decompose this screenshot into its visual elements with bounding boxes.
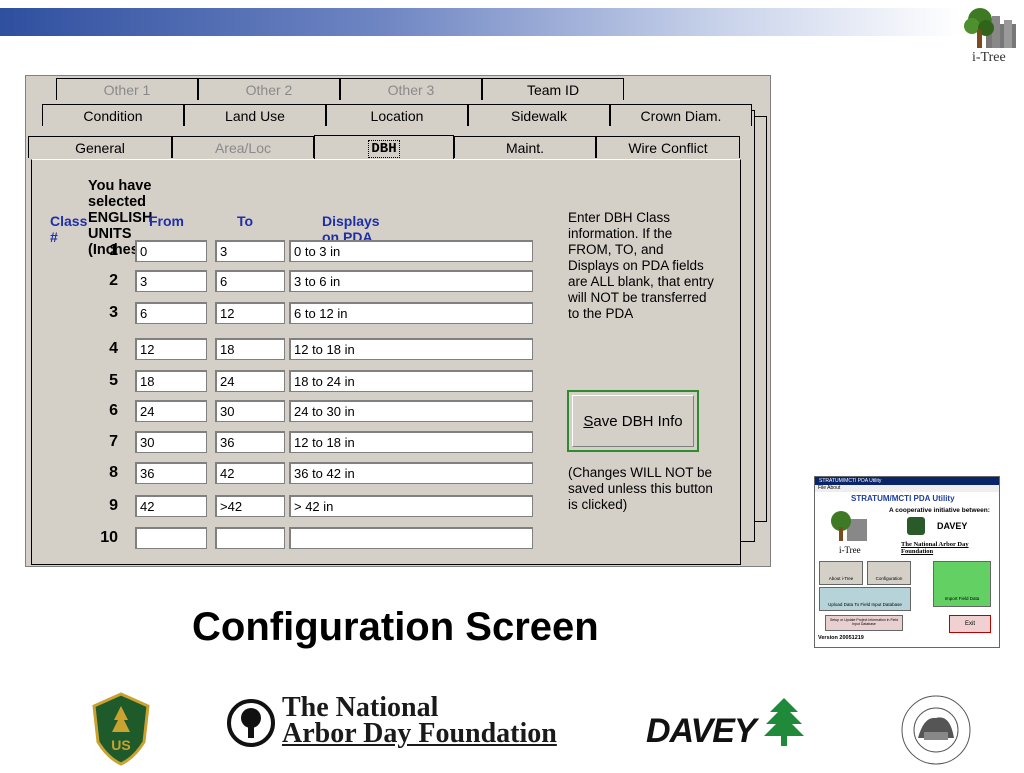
adf-wordmark: The National Arbor Day Foundation <box>282 694 557 749</box>
row-class-number: 2 <box>109 272 118 289</box>
tab-land-use[interactable]: Land Use <box>184 104 326 126</box>
tree-icon <box>964 8 1016 48</box>
to-input[interactable]: 3 <box>215 240 285 262</box>
from-input[interactable]: 18 <box>135 370 207 392</box>
header-from: From <box>149 213 184 229</box>
display-input[interactable]: 12 to 18 in <box>289 338 533 360</box>
to-input[interactable]: >42 <box>215 495 285 517</box>
tab-team-id[interactable]: Team ID <box>482 78 624 100</box>
thumb-menu: File About <box>815 485 999 492</box>
from-input[interactable]: 6 <box>135 302 207 324</box>
header-class: Class # <box>50 213 88 245</box>
from-input[interactable]: 0 <box>135 240 207 262</box>
row-class-number: 10 <box>100 529 118 546</box>
thumb-davey: DAVEY <box>937 521 968 531</box>
thumb-coop: A cooperative initiative between: <box>889 507 990 514</box>
tab-condition[interactable]: Condition <box>42 104 184 126</box>
tab-crown-diam[interactable]: Crown Diam. <box>610 104 752 126</box>
header-to: To <box>237 213 254 229</box>
row-class-number: 4 <box>109 340 118 357</box>
tab-maint[interactable]: Maint. <box>454 136 596 158</box>
help-text: Enter DBH Class information. If the FROM… <box>568 210 714 321</box>
row-class-number: 9 <box>109 497 118 514</box>
sma-logo <box>894 692 978 773</box>
to-input[interactable]: 18 <box>215 338 285 360</box>
display-input[interactable]: > 42 in <box>289 495 533 517</box>
thumb-import-button[interactable]: Import Field Data <box>933 561 991 607</box>
davey-tree-logo <box>760 696 808 753</box>
thumb-exit-button[interactable]: Exit <box>949 615 991 633</box>
tab-stack-edge <box>740 110 755 542</box>
to-input[interactable]: 6 <box>215 270 285 292</box>
save-dbh-button[interactable]: Save DBH Info <box>567 390 699 452</box>
usfs-shield-icon: US <box>92 692 150 766</box>
row-class-number: 6 <box>109 402 118 419</box>
from-input[interactable]: 30 <box>135 431 207 453</box>
from-input[interactable]: 24 <box>135 400 207 422</box>
from-input[interactable]: 3 <box>135 270 207 292</box>
save-label: ave DBH Info <box>593 412 683 430</box>
to-input[interactable]: 30 <box>215 400 285 422</box>
display-input[interactable]: 12 to 18 in <box>289 431 533 453</box>
to-input[interactable]: 36 <box>215 431 285 453</box>
itree-logo: i-Tree <box>958 4 1018 70</box>
thumb-itree: i-Tree <box>839 545 861 555</box>
to-input[interactable]: 42 <box>215 462 285 484</box>
itree-label: i-Tree <box>972 50 1006 65</box>
to-input[interactable]: 24 <box>215 370 285 392</box>
row-class-number: 1 <box>109 242 118 259</box>
row-class-number: 3 <box>109 304 118 321</box>
row-class-number: 8 <box>109 464 118 481</box>
tab-other-3[interactable]: Other 3 <box>340 78 482 100</box>
save-mnemonic: S <box>583 412 594 430</box>
row-class-number: 7 <box>109 433 118 450</box>
from-input[interactable]: 36 <box>135 462 207 484</box>
from-input[interactable]: 42 <box>135 495 207 517</box>
adf-tree-circle-icon <box>227 699 275 747</box>
thumb-usfs-icon <box>907 517 925 535</box>
row-class-number: 5 <box>109 372 118 389</box>
save-note: (Changes WILL NOT be saved unless this b… <box>568 465 713 512</box>
display-input[interactable]: 36 to 42 in <box>289 462 533 484</box>
slide-caption: Configuration Screen <box>192 605 599 649</box>
thumb-title: STRATUM/MCTI PDA Utility <box>851 494 955 503</box>
usfs-logo: US <box>84 692 158 771</box>
display-input[interactable]: 3 to 6 in <box>289 270 533 292</box>
thumb-upload-button[interactable]: Upload Data To Field Input Database <box>819 587 911 611</box>
tab-other-2[interactable]: Other 2 <box>198 78 340 100</box>
thumb-titlebar: STRATUM/MCTI PDA Utility <box>815 477 999 485</box>
to-input[interactable] <box>215 527 285 549</box>
tab-dbh[interactable]: DBH <box>314 135 454 159</box>
display-input[interactable]: 6 to 12 in <box>289 302 533 324</box>
tab-wire-conflict[interactable]: Wire Conflict <box>596 136 740 158</box>
thumb-setup-button[interactable]: Setup or Update Project Information in F… <box>825 615 903 631</box>
display-input[interactable]: 18 to 24 in <box>289 370 533 392</box>
display-input[interactable]: 0 to 3 in <box>289 240 533 262</box>
save-dbh-button-face: Save DBH Info <box>572 395 694 447</box>
tab-stack-edge <box>754 116 767 522</box>
tab-area-loc[interactable]: Area/Loc <box>172 136 314 158</box>
tab-general[interactable]: General <box>28 136 172 158</box>
tab-sidewalk[interactable]: Sidewalk <box>468 104 610 126</box>
display-input[interactable] <box>289 527 533 549</box>
davey-tree-icon <box>764 698 804 746</box>
thumb-version: Version 20051219 <box>818 635 864 641</box>
sma-seal-icon <box>901 695 971 765</box>
from-input[interactable] <box>135 527 207 549</box>
davey-wordmark: DAVEY <box>646 712 757 750</box>
adf-seal <box>226 698 276 753</box>
tab-location[interactable]: Location <box>326 104 468 126</box>
thumb-config-button[interactable]: Configuration <box>867 561 911 585</box>
thumb-adf: The National Arbor Day Foundation <box>901 541 969 555</box>
thumb-about-button[interactable]: About i-Tree <box>819 561 863 585</box>
svg-text:US: US <box>111 737 130 753</box>
to-input[interactable]: 12 <box>215 302 285 324</box>
display-input[interactable]: 24 to 30 in <box>289 400 533 422</box>
thumb-tree-icon <box>831 511 867 541</box>
adf-line2: Arbor Day Foundation <box>282 718 557 749</box>
pda-utility-thumbnail: STRATUM/MCTI PDA Utility File About STRA… <box>814 476 1000 648</box>
from-input[interactable]: 12 <box>135 338 207 360</box>
tab-other-1[interactable]: Other 1 <box>56 78 198 100</box>
header-gradient-bar <box>0 8 960 36</box>
